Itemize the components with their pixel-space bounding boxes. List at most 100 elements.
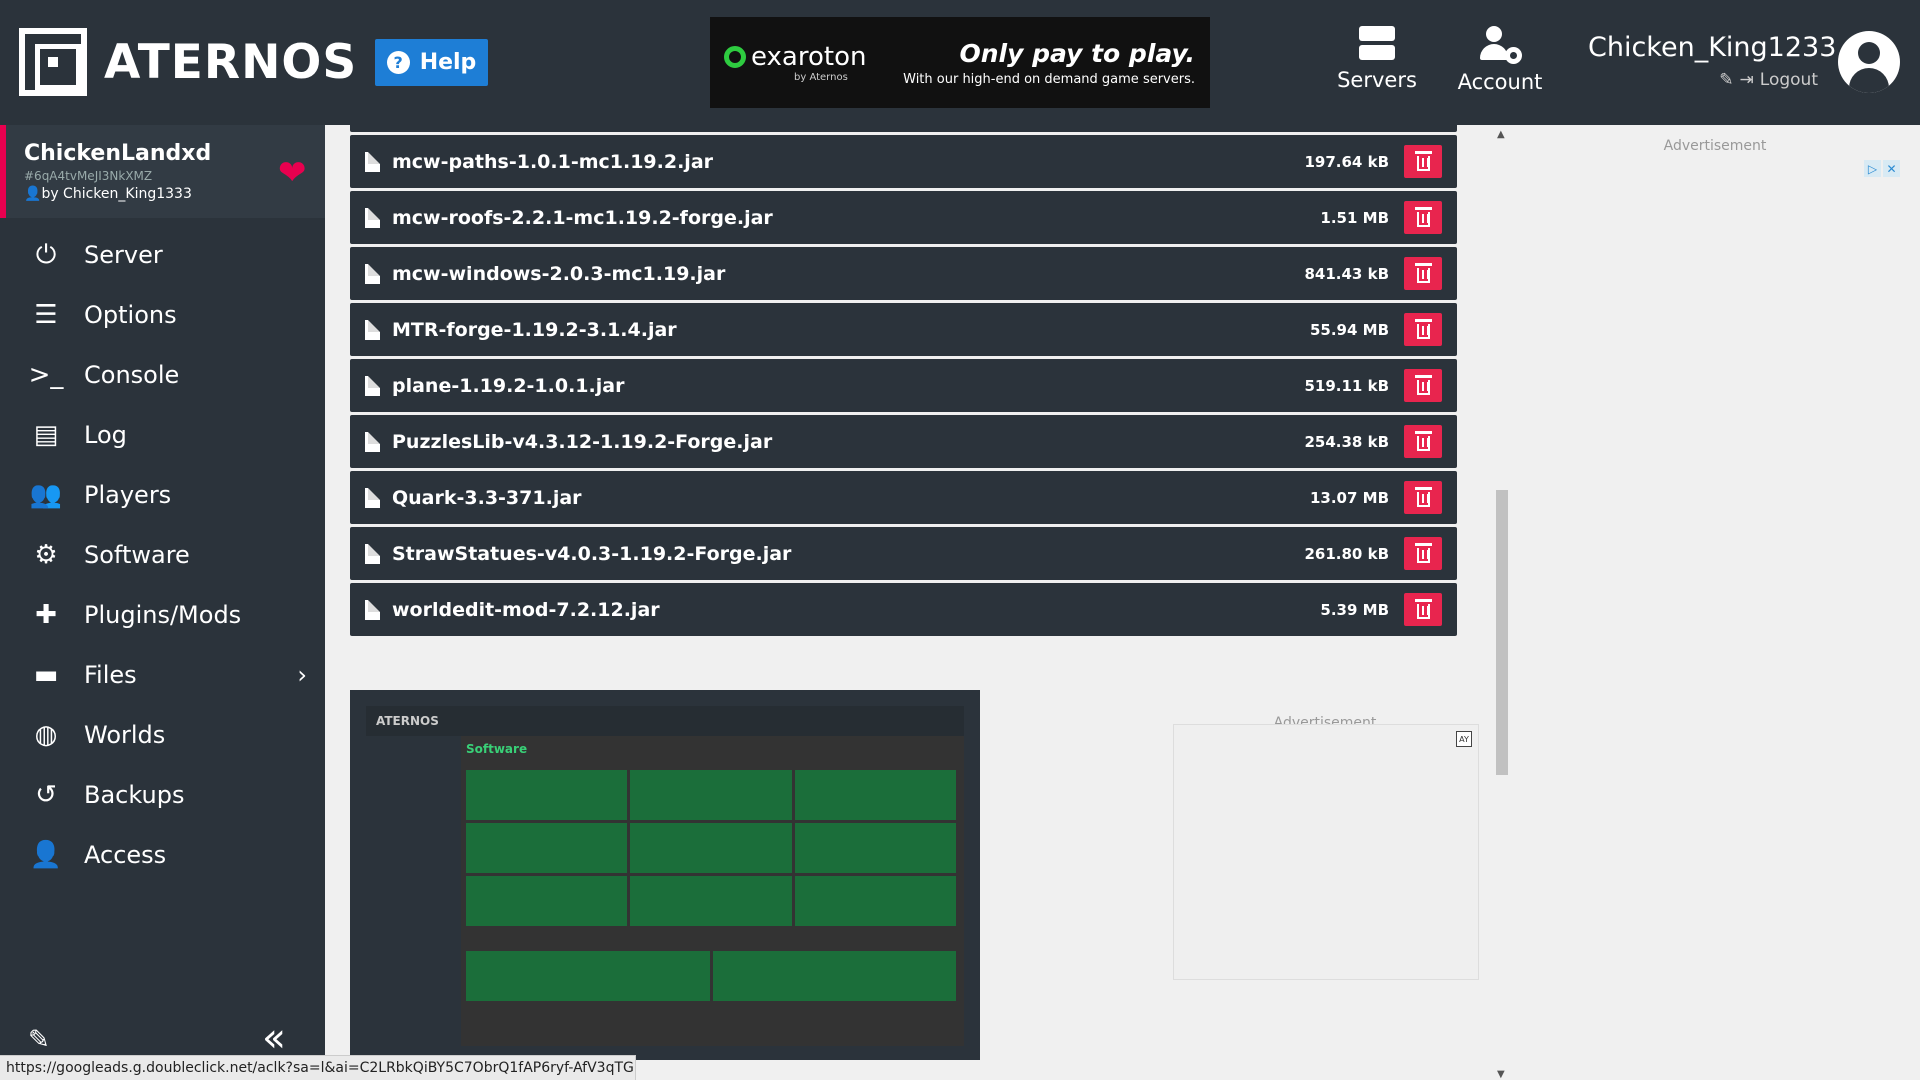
sidebar-item-software[interactable]: ⚙ Software (0, 525, 325, 585)
sidebar-item-label: Plugins/Mods (84, 601, 242, 629)
sidebar-item-label: Log (84, 421, 127, 449)
file-row[interactable]: worldedit-mod-7.2.12.jar 5.39 MB (350, 583, 1457, 636)
sidebar-item-label: Options (84, 301, 177, 329)
delete-file-button[interactable] (1404, 369, 1442, 402)
sidebar-item-label: Players (84, 481, 172, 509)
logout-label: Logout (1759, 70, 1818, 90)
delete-file-button[interactable] (1404, 313, 1442, 346)
sidebar-item-log[interactable]: ▤ Log (0, 405, 325, 465)
user-icon: 👤 (24, 186, 42, 202)
file-list: mcw-paths-1.0.1-mc1.19.2.jar 197.64 kB m… (350, 125, 1457, 639)
sidebar-item-console[interactable]: >_ Console (0, 345, 325, 405)
delete-file-button[interactable] (1404, 481, 1442, 514)
file-row[interactable]: MTR-forge-1.19.2-3.1.4.jar 55.94 MB (350, 303, 1457, 356)
trash-icon (1414, 262, 1432, 283)
sidebar-item-files[interactable]: ▬ Files › (0, 645, 325, 705)
trash-icon (1414, 542, 1432, 563)
main-content: mcw-paths-1.0.1-mc1.19.2.jar 197.64 kB m… (325, 125, 1495, 1080)
trash-icon (1414, 318, 1432, 339)
trash-icon (1414, 486, 1432, 507)
file-row[interactable]: mcw-paths-1.0.1-mc1.19.2.jar 197.64 kB (350, 135, 1457, 188)
gears-icon: ⚙ (34, 540, 58, 570)
server-name: ChickenLandxd (24, 141, 212, 166)
heart-icon[interactable]: ❤ (278, 153, 307, 193)
delete-file-button[interactable] (1404, 145, 1442, 178)
preview-tile (712, 951, 956, 1001)
server-card[interactable]: ChickenLandxd #6qA4tvMeJI3NkXMZ 👤by Chic… (0, 125, 325, 218)
file-icon (365, 599, 380, 620)
file-row[interactable]: plane-1.19.2-1.0.1.jar 519.11 kB (350, 359, 1457, 412)
username: Chicken_King1233 (1588, 32, 1837, 63)
file-row[interactable]: Quark-3.3-371.jar 13.07 MB (350, 471, 1457, 524)
preview-tile (794, 876, 956, 926)
scrollbar-thumb[interactable] (1496, 490, 1508, 775)
aternos-logo[interactable]: ATERNOS (19, 28, 357, 96)
nav-servers[interactable]: Servers (1312, 26, 1442, 92)
trash-icon (1414, 206, 1432, 227)
sidebar-item-label: Console (84, 361, 180, 389)
ad-info-icon[interactable]: ▷ (1864, 160, 1881, 177)
file-row[interactable]: mcw-roofs-2.2.1-mc1.19.2-forge.jar 1.51 … (350, 191, 1457, 244)
advertisement-slot[interactable]: AY (1173, 724, 1479, 980)
preview-tile (794, 770, 956, 820)
help-button[interactable]: ? Help (375, 39, 488, 86)
file-icon (365, 207, 380, 228)
delete-file-button[interactable] (1404, 425, 1442, 458)
nav-account[interactable]: Account (1440, 26, 1560, 94)
file-icon (365, 151, 380, 172)
ad-brand: exaroton by Aternos (724, 42, 866, 83)
file-size: 519.11 kB (1304, 376, 1389, 395)
top-header: ATERNOS ? Help exaroton by Aternos Only … (0, 0, 1920, 125)
user-cog-icon (1478, 26, 1522, 64)
pencil-icon[interactable]: ✎ (28, 1025, 50, 1055)
scroll-down-arrow[interactable]: ▼ (1497, 1069, 1505, 1080)
file-list-top-edge (350, 125, 1457, 132)
sidebar-item-label: Server (84, 241, 163, 269)
ad-choices-icon[interactable]: AY (1456, 731, 1472, 747)
file-row[interactable]: mcw-windows-2.0.3-mc1.19.jar 841.43 kB (350, 247, 1457, 300)
scroll-up-arrow[interactable]: ▲ (1497, 129, 1505, 140)
sidebar-item-access[interactable]: 👤 Access (0, 825, 325, 885)
file-size: 55.94 MB (1309, 320, 1389, 339)
puzzle-icon: ✚ (35, 600, 57, 630)
preview-tile (466, 876, 628, 926)
nav-servers-label: Servers (1337, 68, 1417, 92)
delete-file-button[interactable] (1404, 201, 1442, 234)
aternos-logo-icon (19, 28, 87, 96)
file-size: 261.80 kB (1304, 544, 1389, 563)
ad-choices[interactable]: ▷ ✕ (1864, 160, 1900, 177)
file-size: 197.64 kB (1304, 152, 1389, 171)
file-name: MTR-forge-1.19.2-3.1.4.jar (392, 318, 677, 341)
file-name: Quark-3.3-371.jar (392, 486, 582, 509)
file-name: plane-1.19.2-1.0.1.jar (392, 374, 625, 397)
scrollbar[interactable]: ▲ ▼ (1493, 125, 1510, 1080)
file-name: StrawStatues-v4.0.3-1.19.2-Forge.jar (392, 542, 792, 565)
delete-file-button[interactable] (1404, 537, 1442, 570)
exaroton-ad-banner[interactable]: exaroton by Aternos Only pay to play. Wi… (710, 17, 1210, 108)
sidebar-item-backups[interactable]: ↺ Backups (0, 765, 325, 825)
delete-file-button[interactable] (1404, 257, 1442, 290)
avatar[interactable] (1838, 31, 1900, 93)
software-preview-ad[interactable]: ATERNOS Software (350, 690, 980, 1060)
file-row[interactable]: PuzzlesLib-v4.3.12-1.19.2-Forge.jar 254.… (350, 415, 1457, 468)
file-icon (365, 319, 380, 340)
sidebar-item-server[interactable]: ⏻ Server (0, 225, 325, 285)
close-icon[interactable]: ✕ (1883, 160, 1900, 177)
file-row[interactable]: StrawStatues-v4.0.3-1.19.2-Forge.jar 261… (350, 527, 1457, 580)
power-icon: ⏻ (35, 239, 57, 270)
logout-link[interactable]: ✎ ⇥ Logout (1719, 70, 1818, 90)
preview-header: ATERNOS (366, 706, 964, 736)
sidebar-item-players[interactable]: 👥 Players (0, 465, 325, 525)
user-block: Chicken_King1233 ✎ ⇥ Logout (1588, 32, 1837, 90)
preview-tile (630, 770, 792, 820)
sidebar-item-worlds[interactable]: ◍ Worlds (0, 705, 325, 765)
file-name: mcw-paths-1.0.1-mc1.19.2.jar (392, 150, 714, 173)
delete-file-button[interactable] (1404, 593, 1442, 626)
trash-icon (1414, 430, 1432, 451)
file-name: worldedit-mod-7.2.12.jar (392, 598, 660, 621)
ad-brand-sub: by Aternos (794, 72, 848, 83)
preview-tile-grid (466, 770, 956, 926)
sidebar-item-options[interactable]: ☰ Options (0, 285, 325, 345)
pencil-icon[interactable]: ✎ (1719, 70, 1733, 90)
sidebar-item-plugins-mods[interactable]: ✚ Plugins/Mods (0, 585, 325, 645)
